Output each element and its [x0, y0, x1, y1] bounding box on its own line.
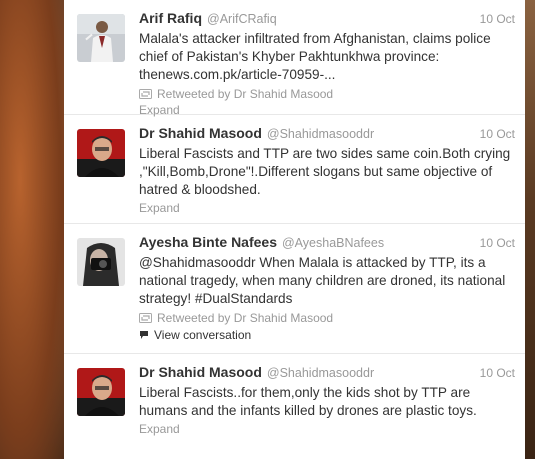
- retweet-context: Retweeted by Dr Shahid Masood: [139, 311, 515, 325]
- user-avatar-icon: [77, 368, 125, 416]
- view-conversation-link[interactable]: View conversation: [139, 328, 515, 342]
- tweet[interactable]: Arif Rafiq @ArifCRafiq 10 Oct Malala's a…: [64, 0, 525, 117]
- tweet-username[interactable]: @AyeshaBNafees: [282, 236, 384, 250]
- tweet-timestamp[interactable]: 10 Oct: [480, 12, 515, 26]
- tweet-fullname[interactable]: Ayesha Binte Nafees: [139, 234, 277, 250]
- retweet-icon: [139, 313, 152, 323]
- retweet-context: Retweeted by Dr Shahid Masood: [139, 87, 515, 101]
- avatar[interactable]: [77, 129, 125, 177]
- user-avatar-icon: [77, 129, 125, 177]
- tweet-timestamp[interactable]: 10 Oct: [480, 127, 515, 141]
- user-avatar-icon: [77, 238, 125, 286]
- view-conversation-label[interactable]: View conversation: [154, 328, 251, 342]
- tweet-fullname[interactable]: Dr Shahid Masood: [139, 125, 262, 141]
- tweet-fullname[interactable]: Arif Rafiq: [139, 10, 202, 26]
- tweet-username[interactable]: @Shahidmasooddr: [267, 366, 374, 380]
- avatar[interactable]: [77, 368, 125, 416]
- user-avatar-icon: [77, 14, 125, 62]
- expand-link[interactable]: Expand: [139, 422, 515, 436]
- avatar[interactable]: [77, 238, 125, 286]
- tweet-text: Malala's attacker infiltrated from Afgha…: [139, 31, 491, 82]
- tweet-timestamp[interactable]: 10 Oct: [480, 236, 515, 250]
- background-left: [0, 0, 64, 459]
- tweet-fullname[interactable]: Dr Shahid Masood: [139, 364, 262, 380]
- tweet-timestamp[interactable]: 10 Oct: [480, 366, 515, 380]
- expand-link[interactable]: Expand: [139, 201, 515, 215]
- tweet-stream: Arif Rafiq @ArifCRafiq 10 Oct Malala's a…: [64, 0, 525, 459]
- retweeted-by-label[interactable]: Retweeted by Dr Shahid Masood: [157, 87, 333, 101]
- background-right: [525, 0, 535, 459]
- tweet[interactable]: Ayesha Binte Nafees @AyeshaBNafees 10 Oc…: [64, 224, 525, 354]
- retweeted-by-label[interactable]: Retweeted by Dr Shahid Masood: [157, 311, 333, 325]
- tweet-username[interactable]: @Shahidmasooddr: [267, 127, 374, 141]
- retweet-icon: [139, 89, 152, 99]
- tweet-text: @Shahidmasooddr When Malala is attacked …: [139, 255, 506, 306]
- tweet-text: Liberal Fascists..for them,only the kids…: [139, 385, 477, 418]
- tweet-username[interactable]: @ArifCRafiq: [207, 12, 277, 26]
- speech-bubble-icon: [140, 331, 148, 339]
- tweet[interactable]: Dr Shahid Masood @Shahidmasooddr 10 Oct …: [64, 354, 525, 459]
- tweet-text: Liberal Fascists and TTP are two sides s…: [139, 146, 511, 197]
- avatar[interactable]: [77, 14, 125, 62]
- tweet[interactable]: Dr Shahid Masood @Shahidmasooddr 10 Oct …: [64, 115, 525, 224]
